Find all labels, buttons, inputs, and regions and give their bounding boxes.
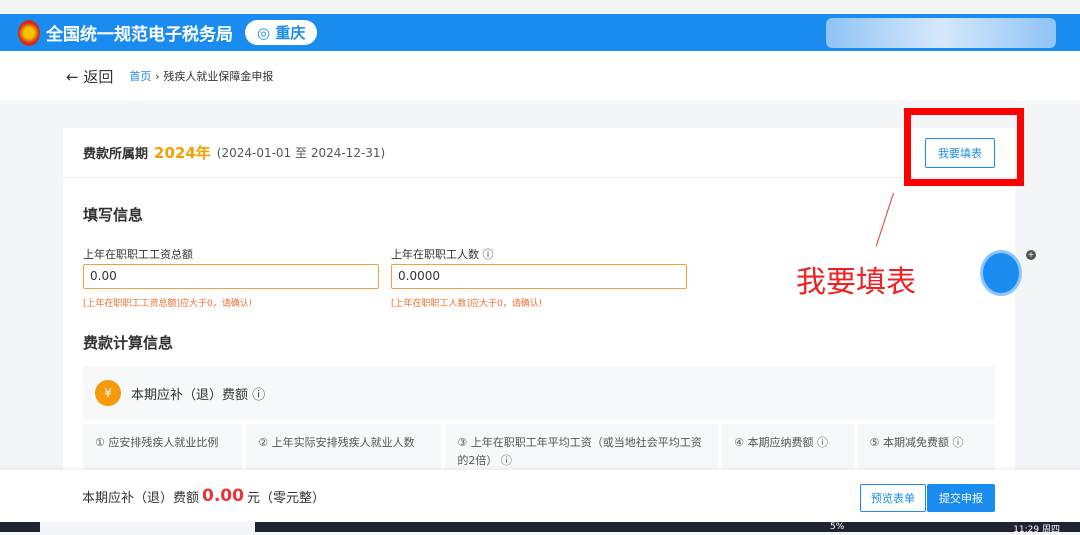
calc-columns: ① 应安排残疾人就业比例 ② 上年实际安排残疾人就业人数 ③ 上年在职职工年平均… [83,424,996,470]
count-error: [上年在职职工人数]应大于0，请确认! [391,299,543,309]
wage-input[interactable]: 0.00 [83,264,379,289]
period-row: 费款所属期 2024年 (2024-01-01 至 2024-12-31) [63,128,1015,178]
site-title: 全国统一规范电子税务局 [46,25,233,45]
form-section-title: 填写信息 [83,206,144,224]
plus-icon[interactable]: + [1026,250,1036,260]
tax-emblem-icon [18,19,40,46]
footer-bar: 本期应补（退）费额 0.00 元 （零元整） 预览表单 提交申报 [0,470,1080,522]
wage-label: 上年在职职工工资总额 [83,248,193,261]
count-input[interactable]: 0.0000 [391,264,687,289]
count-label: 上年在职职工人数 ⓘ [391,248,494,261]
column-header: ④ 本期应纳费额 ⓘ [722,424,854,470]
breadcrumb-separator: › [155,70,160,83]
footer-unit: 元 [246,490,260,506]
column-header: ⑤ 本期减免费额 ⓘ [857,424,996,470]
annotation-text: 我要填表 [796,265,916,300]
footer-amount-words: （零元整） [259,490,325,506]
top-header: 全国统一规范电子税务局 ◎ 重庆 [0,14,1080,51]
breadcrumb-home[interactable]: 首页 [129,70,151,83]
region-selector[interactable]: ◎ 重庆 [245,20,318,45]
preview-button[interactable]: 预览表单 [860,484,926,512]
taskbar-clock: 11:29 周四 [1013,525,1060,535]
taskbar: 5% 11:29 周四 [255,522,1080,535]
annotation-highlight-box [904,108,1024,186]
period-year: 2024年 [154,144,211,162]
breadcrumb: 首页 › 残疾人就业保障金申报 [129,68,273,84]
assistant-mascot-icon[interactable] [980,250,1022,296]
breadcrumb-current: 残疾人就业保障金申报 [163,70,274,83]
calc-section-title: 费款计算信息 [83,334,174,352]
browser-strip [0,0,1080,14]
period-range: (2024-01-01 至 2024-12-31) [216,146,386,160]
region-label: 重庆 [275,24,306,42]
footer-amount: 0.00 [202,486,244,506]
wage-error: [上年在职职工工资总额]应大于0，请确认! [83,299,253,309]
yuan-coin-icon: ¥ [95,380,121,406]
taskbar-left [0,522,40,532]
period-label: 费款所属期 [83,147,149,162]
submit-button[interactable]: 提交申报 [927,484,995,512]
taskbar-percent: 5% [830,522,845,532]
breadcrumb-bar: ← 返回 首页 › 残疾人就业保障金申报 [0,51,1080,101]
column-header: ① 应安排残疾人就业比例 [83,424,243,470]
fee-summary-box: ¥ 本期应补（退）费额 ⓘ [83,366,995,420]
fee-title: 本期应补（退）费额 ⓘ [131,387,266,403]
column-header: ② 上年实际安排残疾人就业人数 [246,424,442,470]
footer-label: 本期应补（退）费额 [82,490,200,506]
back-button[interactable]: ← 返回 [66,66,113,87]
user-info-blurred[interactable] [826,18,1056,48]
column-header: ③ 上年在职职工年平均工资（或当地社会平均工资的2倍） ⓘ [445,424,719,470]
